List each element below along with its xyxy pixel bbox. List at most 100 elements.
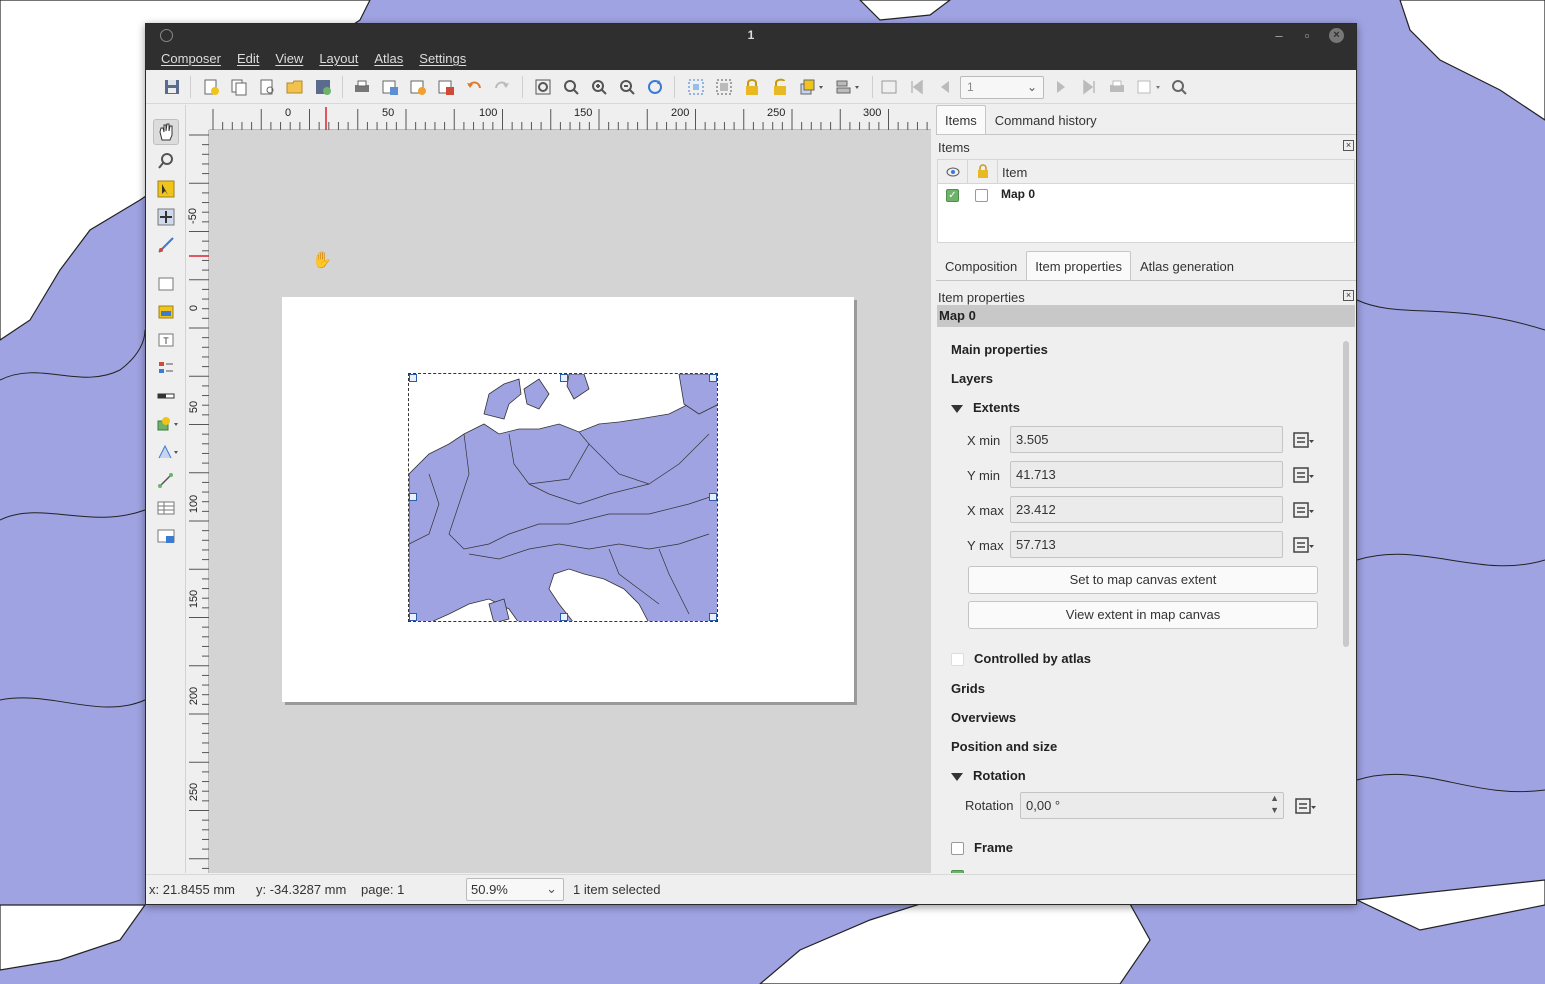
menu-atlas[interactable]: Atlas [366, 48, 411, 70]
section-background-partial[interactable] [951, 868, 964, 873]
last-feature-icon[interactable] [1080, 78, 1098, 96]
add-scalebar-icon[interactable] [157, 387, 175, 405]
close-icon[interactable]: × [1329, 28, 1344, 43]
atlas-page-select[interactable]: 1 ⌄ [960, 76, 1044, 99]
menu-edit[interactable]: Edit [229, 48, 267, 70]
vertical-ruler[interactable]: -50 0 50 100 150 200 250 [187, 130, 209, 873]
horizontal-ruler[interactable]: 0 50 100 150 200 250 300 [209, 105, 931, 130]
group-items-icon[interactable] [715, 78, 733, 96]
export-svg-icon[interactable] [409, 78, 427, 96]
section-extents[interactable]: Extents [951, 400, 1020, 415]
add-legend-icon[interactable] [157, 359, 175, 377]
redo-icon[interactable] [493, 78, 511, 96]
tab-atlas-generation[interactable]: Atlas generation [1131, 251, 1243, 280]
tab-item-properties[interactable]: Item properties [1026, 251, 1131, 280]
resize-handle[interactable] [409, 493, 417, 501]
visibility-column[interactable] [938, 160, 968, 184]
add-label-icon[interactable]: T [157, 331, 175, 349]
properties-scroll-area[interactable]: Main properties Layers Extents X min 3.5… [937, 327, 1355, 873]
add-arrow-icon[interactable] [157, 471, 175, 489]
table-row[interactable]: ✓ Map 0 [938, 184, 1354, 206]
atlas-settings-icon[interactable] [1170, 78, 1188, 96]
composer-manager-icon[interactable] [258, 78, 276, 96]
data-defined-override-icon[interactable] [1291, 535, 1315, 555]
controlled-by-atlas-checkbox[interactable] [951, 653, 964, 667]
section-position-and-size[interactable]: Position and size [951, 739, 1057, 754]
export-atlas-icon[interactable] [1136, 78, 1164, 96]
close-icon[interactable]: × [1343, 290, 1354, 301]
zoom-out-icon[interactable] [618, 78, 636, 96]
section-frame[interactable]: Frame [951, 840, 1013, 856]
save-template-icon[interactable] [314, 78, 332, 96]
xmin-field[interactable]: 3.505 [1010, 426, 1283, 453]
select-move-icon[interactable] [157, 180, 175, 198]
resize-handle[interactable] [709, 493, 717, 501]
add-html-frame-icon[interactable] [157, 527, 175, 545]
add-node-item-icon[interactable] [157, 443, 181, 461]
add-shape-icon[interactable] [157, 415, 181, 433]
atlas-preview-icon[interactable] [880, 78, 898, 96]
ymax-field[interactable]: 57.713 [1010, 531, 1283, 558]
spin-arrows-icon[interactable]: ▲ ▼ [1270, 792, 1279, 816]
edit-nodes-icon[interactable] [157, 236, 175, 254]
minimize-icon[interactable]: – [1270, 27, 1288, 45]
menu-view[interactable]: View [267, 48, 311, 70]
data-defined-override-icon[interactable] [1291, 430, 1315, 450]
lock-column[interactable] [968, 160, 998, 184]
add-map-icon[interactable] [157, 275, 175, 293]
resize-handle[interactable] [409, 374, 417, 382]
zoom-tool-icon[interactable] [157, 152, 175, 170]
new-composer-icon[interactable] [202, 78, 220, 96]
composer-page[interactable] [282, 297, 854, 702]
rotation-spinbox[interactable]: 0,00 ° ▲ ▼ [1020, 792, 1284, 819]
load-template-icon[interactable] [286, 78, 304, 96]
background-checkbox[interactable] [951, 870, 964, 873]
undo-icon[interactable] [465, 78, 483, 96]
export-pdf-icon[interactable] [437, 78, 455, 96]
section-rotation[interactable]: Rotation [951, 768, 1026, 783]
pan-tool[interactable] [153, 119, 179, 145]
section-overviews[interactable]: Overviews [951, 710, 1016, 725]
zoom-in-icon[interactable] [590, 78, 608, 96]
zoom-full-icon[interactable] [534, 78, 552, 96]
menu-composer[interactable]: Composer [153, 48, 229, 70]
section-main-properties[interactable]: Main properties [951, 342, 1048, 357]
zoom-100-icon[interactable] [562, 78, 580, 96]
data-defined-override-icon[interactable] [1291, 465, 1315, 485]
ymin-field[interactable]: 41.713 [1010, 461, 1283, 488]
tab-composition[interactable]: Composition [936, 251, 1026, 280]
composer-canvas[interactable]: 0 50 100 150 200 250 300 -50 0 50 100 15… [187, 105, 931, 873]
raise-items-icon[interactable] [799, 78, 827, 96]
resize-handle[interactable] [709, 374, 717, 382]
refresh-icon[interactable] [646, 78, 664, 96]
save-icon[interactable] [163, 78, 181, 96]
print-icon[interactable] [353, 78, 371, 96]
lock-checkbox[interactable] [975, 189, 988, 202]
tab-command-history[interactable]: Command history [986, 105, 1106, 134]
menu-layout[interactable]: Layout [311, 48, 366, 70]
resize-handle[interactable] [560, 374, 568, 382]
xmax-field[interactable]: 23.412 [1010, 496, 1283, 523]
data-defined-override-icon[interactable] [1291, 500, 1315, 520]
duplicate-composer-icon[interactable] [230, 78, 248, 96]
select-all-icon[interactable] [687, 78, 705, 96]
first-feature-icon[interactable] [908, 78, 926, 96]
map-item[interactable] [408, 373, 718, 622]
visibility-checkbox[interactable]: ✓ [946, 189, 959, 202]
add-image-icon[interactable] [157, 303, 175, 321]
frame-checkbox[interactable] [951, 842, 964, 856]
export-image-icon[interactable] [381, 78, 399, 96]
maximize-icon[interactable]: ▫ [1298, 27, 1316, 45]
next-feature-icon[interactable] [1052, 78, 1070, 96]
lock-icon[interactable] [743, 78, 761, 96]
print-atlas-icon[interactable] [1108, 78, 1126, 96]
zoom-select[interactable]: 50.9% ⌄ [466, 878, 564, 901]
unlock-icon[interactable] [771, 78, 789, 96]
add-attribute-table-icon[interactable] [157, 499, 175, 517]
previous-feature-icon[interactable] [936, 78, 954, 96]
align-items-icon[interactable] [835, 78, 863, 96]
menu-settings[interactable]: Settings [411, 48, 474, 70]
tab-items[interactable]: Items [936, 105, 986, 134]
resize-handle[interactable] [560, 613, 568, 621]
set-to-map-canvas-extent-button[interactable]: Set to map canvas extent [968, 566, 1318, 594]
